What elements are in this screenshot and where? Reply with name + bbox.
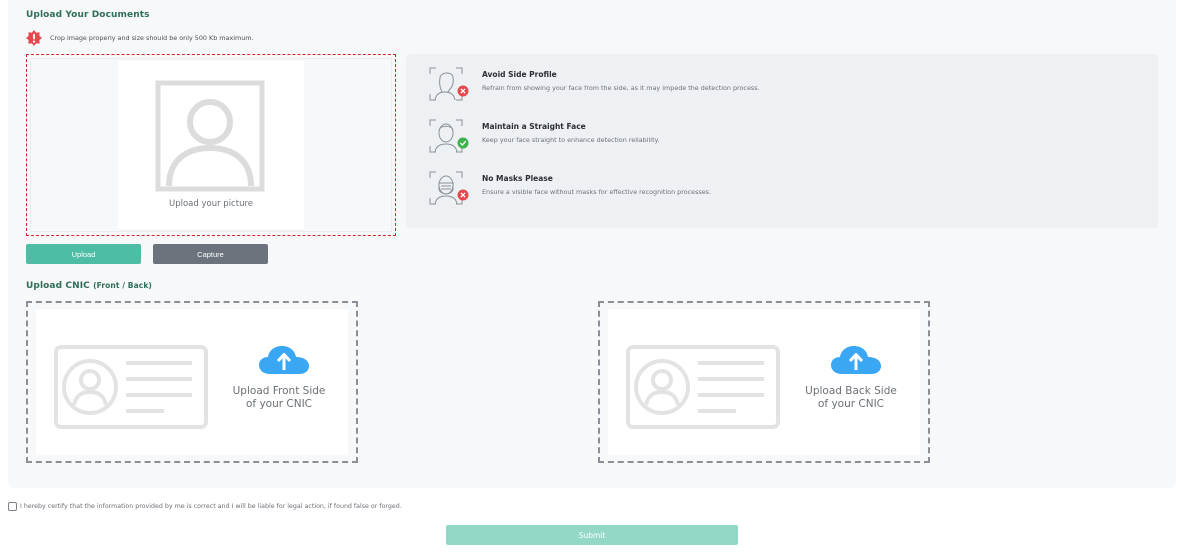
- cnic-subtitle: (Front / Back): [93, 281, 152, 290]
- upload-back-line1: Upload Back Side: [805, 385, 897, 397]
- cnic-front-dropzone[interactable]: Upload Front Side of your CNIC: [26, 301, 358, 463]
- upload-back-label: Upload Back Side of your CNIC: [792, 385, 910, 411]
- guideline-title: Maintain a Straight Face: [482, 122, 586, 131]
- size-warning: Crop image properly and size should be o…: [26, 30, 254, 46]
- submit-button[interactable]: Submit: [446, 525, 738, 545]
- cnic-title-text: Upload CNIC: [26, 281, 90, 291]
- guideline-straight-face: Maintain a Straight Face Keep your face …: [428, 118, 659, 154]
- upload-picture-label: Upload your picture: [169, 199, 253, 209]
- cnic-back-dropzone[interactable]: Upload Back Side of your CNIC: [598, 301, 930, 463]
- guideline-side-profile: Avoid Side Profile Refrain from showing …: [428, 66, 760, 102]
- cnic-section-title: Upload CNIC (Front / Back): [26, 281, 152, 291]
- photo-upload-dropzone[interactable]: Upload your picture: [26, 54, 396, 236]
- upload-front-line1: Upload Front Side: [232, 385, 326, 397]
- guideline-title: Avoid Side Profile: [482, 70, 557, 79]
- masked-face-icon: [429, 171, 469, 205]
- capture-button[interactable]: Capture: [153, 244, 268, 264]
- cloud-upload-icon: [259, 346, 309, 374]
- id-card-icon: [626, 345, 780, 429]
- id-card-icon: [54, 345, 208, 429]
- upload-front-label: Upload Front Side of your CNIC: [220, 385, 338, 411]
- guideline-title: No Masks Please: [482, 174, 553, 183]
- warning-text: Crop image properly and size should be o…: [50, 34, 254, 42]
- cloud-upload-icon: [831, 346, 881, 374]
- photo-placeholder: Upload your picture: [118, 61, 304, 229]
- certify-row: I hereby certify that the information pr…: [8, 502, 402, 511]
- photo-guidelines-panel: Avoid Side Profile Refrain from showing …: [406, 54, 1158, 228]
- upload-back-line2: of your CNIC: [817, 398, 885, 410]
- straight-face-icon: [429, 119, 469, 153]
- certify-text: I hereby certify that the information pr…: [20, 503, 402, 510]
- upload-front-line2: of your CNIC: [245, 398, 313, 410]
- photo-preview-area: Upload your picture: [30, 58, 392, 232]
- side-profile-face-icon: [429, 67, 469, 101]
- warning-badge-icon: [26, 30, 42, 46]
- documents-title: Upload Your Documents: [26, 10, 150, 20]
- guideline-no-masks: No Masks Please Ensure a visible face wi…: [428, 170, 711, 206]
- upload-button[interactable]: Upload: [26, 244, 141, 264]
- guideline-description: Keep your face straight to enhance detec…: [482, 136, 660, 144]
- certify-checkbox[interactable]: [8, 502, 17, 511]
- guideline-description: Refrain from showing your face from the …: [482, 84, 760, 92]
- user-avatar-icon: [155, 80, 265, 192]
- guideline-description: Ensure a visible face without masks for …: [482, 188, 712, 196]
